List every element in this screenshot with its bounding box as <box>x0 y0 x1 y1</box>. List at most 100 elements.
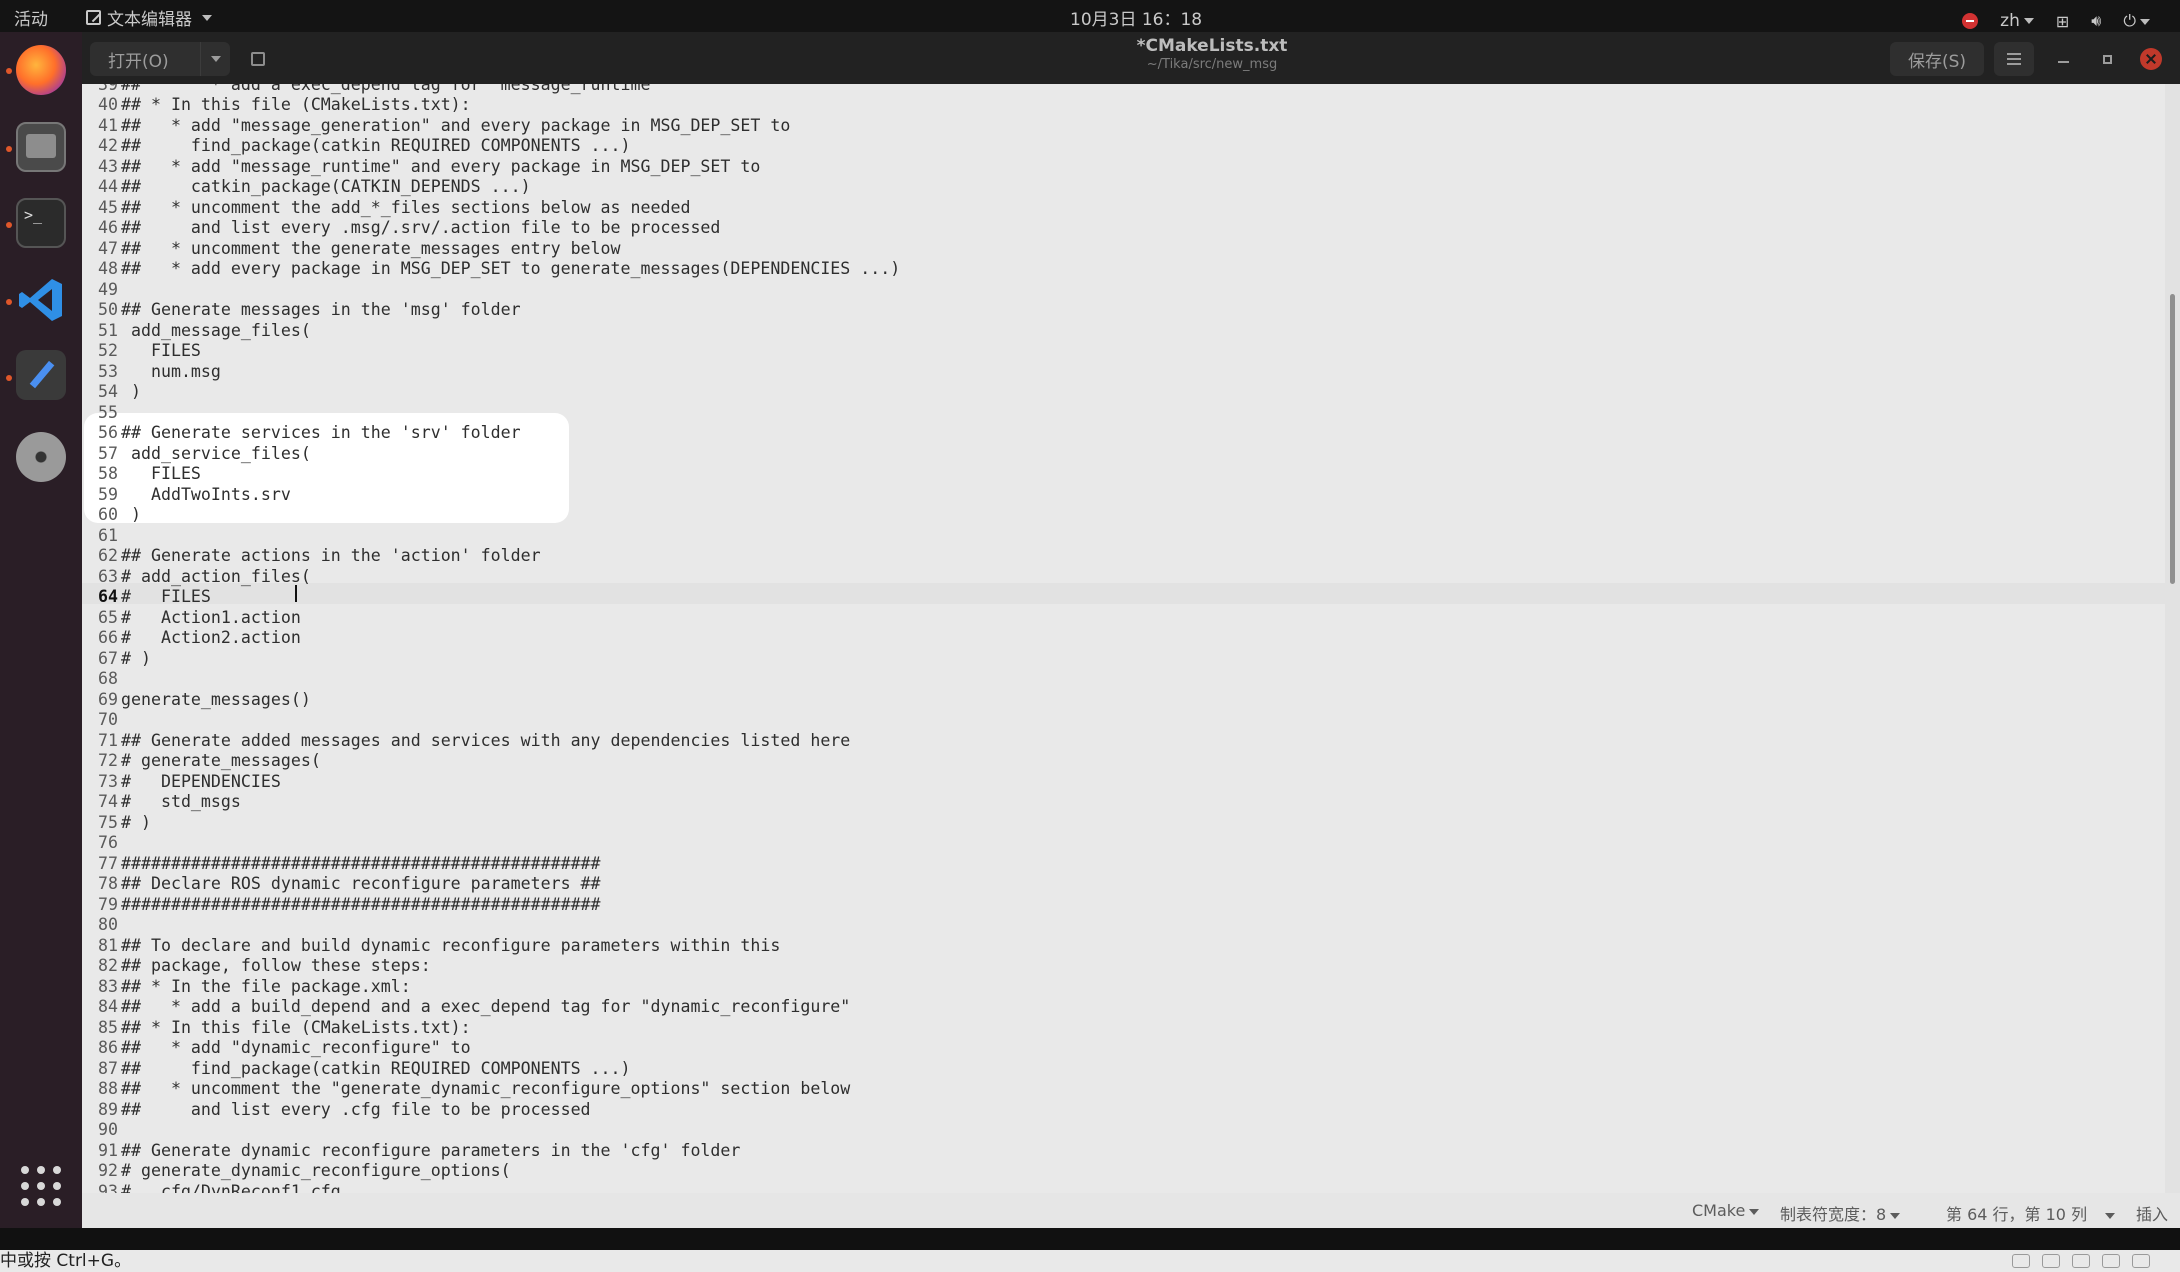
keyboard-icon[interactable] <box>2012 1254 2030 1268</box>
close-button[interactable] <box>2140 48 2162 70</box>
code-line[interactable]: 64 # FILES <box>82 587 211 608</box>
code-line[interactable]: 74 # std_msgs <box>82 792 241 813</box>
code-line[interactable]: 43 ## * add "message_runtime" and every p… <box>82 157 760 178</box>
language-selector[interactable]: CMake <box>1692 1201 1760 1220</box>
code-line[interactable]: 87 ## find_package(catkin REQUIRED COMPON… <box>82 1059 631 1080</box>
save-button[interactable]: 保存(S) <box>1890 42 1984 76</box>
code-line[interactable]: 65 # Action1.action <box>82 608 301 629</box>
code-line[interactable]: 92 # generate_dynamic_reconfigure_options… <box>82 1161 511 1182</box>
code-line[interactable]: 67 # ) <box>82 649 151 670</box>
insert-mode-indicator[interactable]: 插入 <box>2136 1201 2168 1225</box>
text-editor-area[interactable]: 39 ## * add a exec_depend tag for "messag… <box>82 84 2165 1193</box>
code-line[interactable]: 77 ######################################… <box>82 854 601 875</box>
code-line[interactable]: 61 <box>82 526 121 547</box>
code-line[interactable]: 81 ## To declare and build dynamic reconf… <box>82 936 780 957</box>
code-line[interactable]: 56 ## Generate services in the 'srv' fold… <box>82 423 521 444</box>
code-line[interactable]: 73 # DEPENDENCIES <box>82 772 281 793</box>
code-line[interactable]: 52 FILES <box>82 341 201 362</box>
code-line[interactable]: 45 ## * uncomment the add_*_files section… <box>82 198 690 219</box>
code-line[interactable]: 75 # ) <box>82 813 151 834</box>
code-line[interactable]: 60 ) <box>82 505 141 526</box>
open-recent-dropdown[interactable] <box>201 49 230 69</box>
minimize-button[interactable] <box>2052 48 2074 70</box>
code-line[interactable]: 71 ## Generate added messages and service… <box>82 731 850 752</box>
dvd-icon[interactable] <box>16 432 66 482</box>
line-number: 62 <box>98 546 118 565</box>
input-method-indicator[interactable]: zh <box>2000 11 2034 31</box>
dock: >_ <box>0 32 82 1228</box>
vscode-icon[interactable] <box>16 275 66 325</box>
code-line[interactable]: 48 ## * add every package in MSG_DEP_SET … <box>82 259 900 280</box>
code-line[interactable]: 85 ## * In this file (CMakeLists.txt): <box>82 1018 471 1039</box>
code-line[interactable]: 63 # add_action_files( <box>82 567 311 588</box>
clock[interactable]: 10月3日 16：18 <box>1070 5 1202 30</box>
tab-width-label: 制表符宽度：8 <box>1780 1205 1887 1224</box>
volume-icon[interactable] <box>2102 1254 2120 1268</box>
app-menu[interactable]: 文本编辑器 <box>86 5 212 30</box>
code-line[interactable]: 44 ## catkin_package(CATKIN_DEPENDS ...) <box>82 177 531 198</box>
code-line[interactable]: 69 generate_messages() <box>82 690 311 711</box>
line-number: 44 <box>98 177 118 196</box>
volume-icon[interactable]: 🔊︎ <box>2091 11 2101 31</box>
code-line[interactable]: 80 <box>82 915 121 936</box>
text-editor-icon[interactable] <box>16 350 66 400</box>
code-line[interactable]: 55 <box>82 403 121 424</box>
hamburger-menu-button[interactable] <box>1994 42 2034 76</box>
code-line[interactable]: 41 ## * add "message_generation" and ever… <box>82 116 790 137</box>
code-line[interactable]: 47 ## * uncomment the generate_messages e… <box>82 239 621 260</box>
code-line[interactable]: 88 ## * uncomment the "generate_dynamic_r… <box>82 1079 850 1100</box>
line-number: 53 <box>98 361 118 381</box>
maximize-button[interactable] <box>2096 48 2118 70</box>
line-text: # DEPENDENCIES <box>121 771 281 791</box>
current-line-highlight <box>82 583 2165 604</box>
code-line[interactable]: 39 ## * add a exec_depend tag for "messag… <box>82 84 660 95</box>
code-line[interactable]: 79 ######################################… <box>82 895 601 916</box>
code-line[interactable]: 89 ## and list every .cfg file to be proc… <box>82 1100 591 1121</box>
code-line[interactable]: 46 ## and list every .msg/.srv/.action fi… <box>82 218 720 239</box>
scrollbar-thumb[interactable] <box>2170 294 2175 584</box>
code-line[interactable]: 66 # Action2.action <box>82 628 301 649</box>
bottom-tray-icons <box>2012 1254 2150 1268</box>
code-line[interactable]: 68 <box>82 669 121 690</box>
code-line[interactable]: 53 num.msg <box>82 362 221 383</box>
code-line[interactable]: 93 # cfg/DynReconf1.cfg <box>82 1182 341 1194</box>
code-line[interactable]: 58 FILES <box>82 464 201 485</box>
code-line[interactable]: 70 <box>82 710 121 731</box>
window-icon[interactable] <box>2132 1254 2150 1268</box>
open-button[interactable]: 打开(O) <box>90 42 230 76</box>
network-icon[interactable]: ⊞ <box>2056 12 2069 31</box>
code-line[interactable]: 49 <box>82 280 121 301</box>
code-line[interactable]: 54 ) <box>82 382 141 403</box>
code-line[interactable]: 42 ## find_package(catkin REQUIRED COMPON… <box>82 136 631 157</box>
display-icon[interactable] <box>2042 1254 2060 1268</box>
cursor-position-selector[interactable]: 第 64 行，第 10 列 <box>1946 1201 2116 1225</box>
code-line[interactable]: 51 add_message_files( <box>82 321 311 342</box>
terminal-icon[interactable]: >_ <box>16 198 66 248</box>
code-line[interactable]: 62 ## Generate actions in the 'action' fo… <box>82 546 541 567</box>
code-line[interactable]: 50 ## Generate messages in the 'msg' fold… <box>82 300 521 321</box>
tab-width-selector[interactable]: 制表符宽度：8 <box>1780 1201 1901 1225</box>
line-number: 82 <box>98 956 118 975</box>
code-line[interactable]: 90 <box>82 1120 121 1141</box>
activities-button[interactable]: 活动 <box>14 5 48 30</box>
power-icon[interactable]: ⏻ <box>2123 11 2150 31</box>
code-line[interactable]: 86 ## * add "dynamic_reconfigure" to <box>82 1038 471 1059</box>
code-line[interactable]: 57 add_service_files( <box>82 444 311 465</box>
network-icon[interactable] <box>2072 1254 2090 1268</box>
code-line[interactable]: 76 <box>82 833 121 854</box>
new-document-button[interactable] <box>236 42 280 76</box>
code-line[interactable]: 84 ## * add a build_depend and a exec_dep… <box>82 997 850 1018</box>
code-line[interactable]: 59 AddTwoInts.srv <box>82 485 291 506</box>
line-number: 80 <box>98 915 118 934</box>
do-not-disturb-icon[interactable] <box>1962 13 1979 29</box>
code-line[interactable]: 40 ## * In this file (CMakeLists.txt): <box>82 95 471 116</box>
code-line[interactable]: 78 ## Declare ROS dynamic reconfigure par… <box>82 874 601 895</box>
files-icon[interactable] <box>16 122 66 172</box>
code-line[interactable]: 82 ## package, follow these steps: <box>82 956 431 977</box>
vertical-scrollbar[interactable] <box>2165 84 2180 1193</box>
firefox-icon[interactable] <box>16 45 66 95</box>
code-line[interactable]: 83 ## * In the file package.xml: <box>82 977 411 998</box>
app-grid-icon[interactable] <box>21 1166 61 1206</box>
code-line[interactable]: 72 # generate_messages( <box>82 751 321 772</box>
code-line[interactable]: 91 ## Generate dynamic reconfigure parame… <box>82 1141 740 1162</box>
